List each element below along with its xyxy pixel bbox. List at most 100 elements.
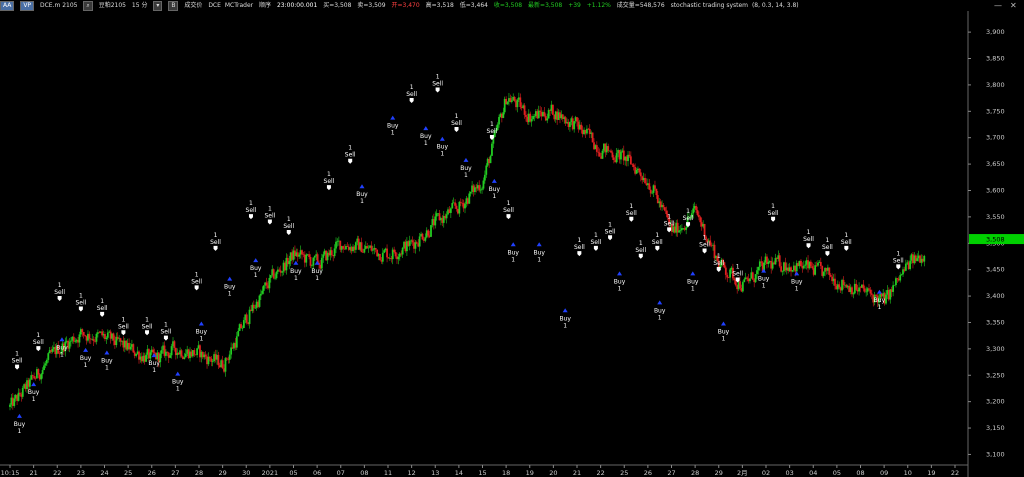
buy-signal: Buy1 — [56, 337, 68, 358]
candle-body — [743, 279, 746, 283]
candle-body — [612, 157, 615, 161]
x-tick-label: 10:15 — [1, 469, 20, 477]
sell-arrow-icon — [686, 222, 691, 228]
signal-label: Sell — [768, 210, 779, 217]
candle-body — [870, 293, 873, 295]
candle-body — [547, 110, 550, 119]
aa-toggle-button[interactable]: AA — [0, 1, 15, 11]
interval-dropdown-button[interactable]: ▾ — [153, 1, 163, 11]
candle-body — [569, 121, 571, 127]
sell-arrow-icon — [409, 98, 414, 104]
x-tick-label: 10 — [904, 469, 912, 477]
candle-body — [851, 287, 853, 295]
signal-qty: 1 — [762, 283, 766, 290]
candle-body — [33, 376, 35, 379]
candle-body — [679, 230, 682, 231]
candle-body — [19, 392, 21, 395]
candle-body — [822, 271, 825, 276]
buy-signal: Buy1 — [250, 258, 262, 279]
candle-body — [817, 262, 819, 266]
candle-body — [367, 247, 370, 249]
candle-body — [756, 270, 758, 275]
buy-signal: Buy1 — [559, 308, 571, 329]
symbol-search-icon[interactable]: ⌕ — [83, 1, 93, 11]
x-tick-label: 2月 — [737, 469, 748, 477]
candle-body — [240, 324, 242, 329]
candle-body — [695, 206, 697, 211]
signal-qty: 1 — [826, 237, 830, 244]
software-label: MCTrader — [224, 2, 254, 9]
trade-signals: 1SellBuy1Buy11Sell1SellBuy11SellBuy11Sel… — [12, 73, 904, 434]
signal-qty: 1 — [618, 285, 622, 292]
candle-body — [485, 165, 488, 175]
candle-body — [445, 214, 448, 219]
candle-body — [394, 252, 397, 257]
candle-body — [842, 279, 845, 286]
candle-body — [129, 346, 132, 350]
signal-qty: 1 — [771, 203, 775, 210]
signal-qty: 1 — [214, 232, 218, 239]
buy-arrow-icon — [720, 321, 726, 326]
x-tick-label: 08 — [856, 469, 864, 477]
signal-qty: 1 — [658, 314, 662, 321]
signal-qty: 1 — [199, 335, 203, 342]
candle-body — [45, 359, 48, 364]
x-tick-label: 22 — [53, 469, 61, 477]
interval-select[interactable]: 15 分 — [132, 0, 148, 11]
price-type-label: 成交价 — [184, 2, 203, 9]
y-tick-label: 3,750 — [986, 107, 1005, 115]
buy-arrow-icon — [510, 242, 516, 247]
candle-body — [829, 275, 832, 277]
x-tick-label: 26 — [644, 469, 652, 477]
signal-qty: 1 — [655, 232, 659, 239]
candle-body — [635, 169, 638, 174]
signal-qty: 1 — [145, 316, 149, 323]
sell-signal: 1Sell — [652, 232, 663, 251]
signal-label: Sell — [626, 210, 637, 217]
candle-body — [726, 274, 729, 278]
candle-body — [305, 254, 308, 263]
candle-body — [781, 271, 784, 272]
candle-body — [322, 254, 325, 258]
signal-label: Buy — [80, 355, 92, 362]
candle-body — [383, 250, 386, 253]
buy-arrow-icon — [390, 115, 396, 120]
candle-body — [217, 354, 220, 366]
candle-body — [620, 151, 622, 160]
signal-qty: 1 — [424, 140, 428, 147]
minimize-icon[interactable]: — — [994, 0, 1002, 11]
signal-label: Buy — [224, 284, 236, 291]
x-tick-label: 26 — [148, 469, 156, 477]
buy-signal: Buy1 — [437, 136, 449, 158]
signal-label: Buy — [614, 278, 626, 285]
sell-signal: 1Sell — [487, 121, 498, 140]
sell-signal: 1Sell — [503, 200, 514, 220]
candle-body — [869, 289, 872, 294]
candle-body — [628, 154, 631, 157]
x-tick-label: 24 — [100, 469, 108, 477]
vp-toggle-button[interactable]: VP — [20, 1, 35, 11]
buy-signal: Buy1 — [874, 289, 886, 311]
symbol-name[interactable]: 豆粕2105 — [99, 0, 126, 11]
signal-qty: 1 — [410, 84, 414, 91]
candle-body — [539, 110, 542, 112]
buy-signal: Buy1 — [489, 178, 500, 200]
x-tick-label: 04 — [809, 469, 817, 477]
candle-body — [754, 274, 757, 283]
candle-body — [44, 363, 47, 366]
signal-qty: 1 — [287, 216, 291, 223]
b-dropdown-button[interactable]: B — [168, 1, 179, 11]
candle-body — [41, 370, 44, 375]
candle-body — [502, 112, 505, 118]
sell-arrow-icon — [78, 306, 83, 312]
buy-signal: Buy1 — [356, 184, 368, 205]
signal-label: Sell — [142, 323, 153, 330]
symbol-code[interactable]: DCE.m 2105 — [40, 0, 78, 11]
candle-body — [852, 293, 855, 295]
y-tick-label: 3,300 — [986, 345, 1005, 353]
close-icon[interactable]: ✕ — [1010, 0, 1017, 11]
buy-signal: Buy1 — [718, 321, 730, 342]
candle-body — [401, 247, 404, 255]
signal-label: Buy — [56, 344, 68, 351]
signal-label: Sell — [406, 91, 417, 98]
